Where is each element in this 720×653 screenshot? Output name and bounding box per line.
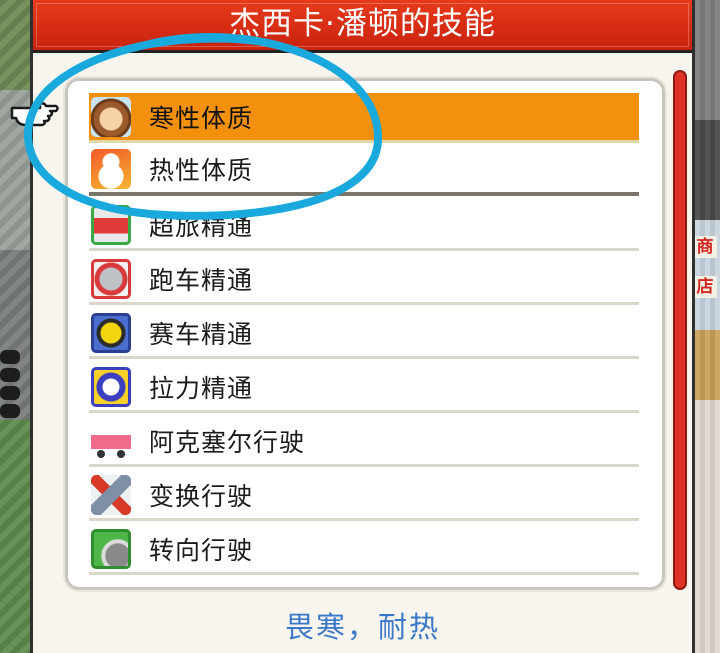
tire-stack: [0, 368, 20, 382]
tire-stack: [0, 404, 20, 418]
rally-car-icon: [91, 366, 131, 407]
skill-row-shift-driving[interactable]: 变换行驶: [89, 471, 639, 521]
skill-label: 超旅精通: [149, 211, 254, 241]
skill-label: 阿克塞尔行驶: [149, 427, 306, 457]
skill-label: 变换行驶: [149, 481, 254, 511]
hamster-icon: [91, 96, 131, 137]
skill-label: 热性体质: [149, 156, 254, 185]
race-car-icon: [91, 312, 131, 353]
tour-car-icon: [91, 204, 131, 245]
skill-row-cold-constitution[interactable]: 寒性体质: [89, 93, 639, 143]
sports-car-icon: [91, 258, 131, 299]
skill-row-hot-constitution[interactable]: 热性体质: [89, 146, 639, 196]
tire-stack: [0, 386, 20, 400]
skills-window: 杰西卡·潘顿的技能 寒性体质 热性体质 超旅精通 跑车精通 赛车精通 拉力精通: [30, 0, 695, 653]
skill-label: 转向行驶: [149, 535, 254, 565]
window-title-bar: 杰西卡·潘顿的技能: [33, 0, 692, 53]
shop-sign-char: 商: [693, 236, 717, 258]
skill-row-axel-driving[interactable]: 阿克塞尔行驶: [89, 417, 639, 467]
skill-row-rally-mastery[interactable]: 拉力精通: [89, 363, 639, 413]
skill-label: 寒性体质: [149, 103, 254, 133]
window-title: 杰西卡·潘顿的技能: [229, 6, 496, 42]
shift-tool-icon: [91, 474, 131, 515]
skill-label: 赛车精通: [149, 319, 254, 349]
skill-label: 拉力精通: [149, 373, 254, 403]
pointing-hand-cursor-icon: [10, 102, 59, 127]
snowman-icon: [91, 149, 131, 189]
shop-sign-char: 店: [693, 276, 717, 298]
steering-road-icon: [91, 528, 131, 569]
skill-label: 跑车精通: [149, 265, 254, 295]
skill-row-sports-car-mastery[interactable]: 跑车精通: [89, 255, 639, 305]
skill-row-steering-driving[interactable]: 转向行驶: [89, 525, 639, 575]
axel-car-icon: [91, 420, 131, 461]
skill-description: 畏寒，耐热: [284, 610, 440, 644]
skill-row-tour-mastery[interactable]: 超旅精通: [89, 201, 639, 251]
skill-row-race-car-mastery[interactable]: 赛车精通: [89, 309, 639, 359]
tire-stack: [0, 350, 20, 364]
scrollbar[interactable]: [673, 70, 687, 590]
